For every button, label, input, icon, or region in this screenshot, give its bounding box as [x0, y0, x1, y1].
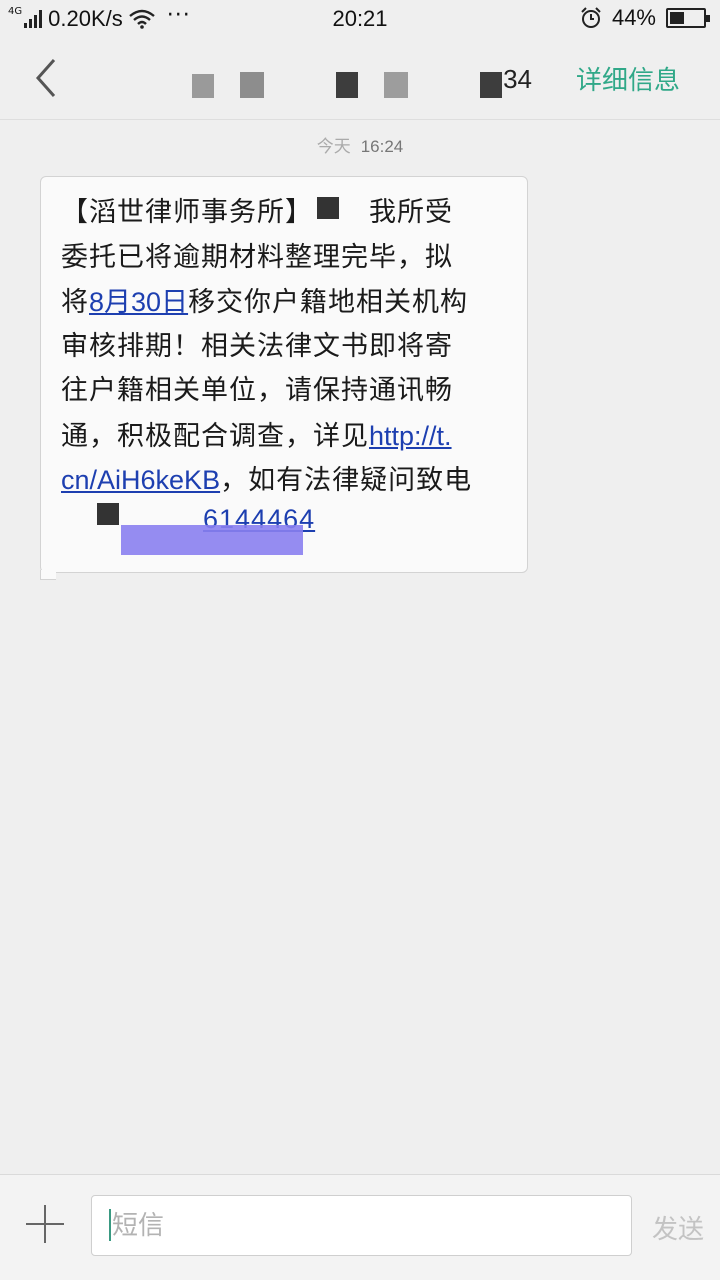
redacted-highlight: [121, 524, 303, 555]
message-fragment: 将: [61, 287, 89, 318]
redacted-block: [97, 502, 119, 525]
message-fragment: 通，积极配合调查，详见: [61, 420, 369, 452]
message-line: 往户籍相关单位，请保持通讯畅: [61, 375, 453, 406]
redacted-block: [192, 74, 214, 98]
alarm-icon: [581, 7, 601, 28]
redacted-block: [317, 197, 339, 219]
details-button[interactable]: 详细信息: [576, 60, 680, 97]
incoming-message-bubble[interactable]: 【滔世律师事务所】 我所受 委托已将逾期材料整理完毕，拟 将8月30日移交你户籍地…: [40, 176, 528, 580]
message-timestamp: 今天 16:24: [0, 132, 720, 157]
battery-percent: 44%: [611, 5, 656, 30]
url-link-continued[interactable]: cn/AiH6keKB: [61, 465, 220, 495]
message-line: 审核排期！相关法律文书即将寄: [61, 330, 453, 362]
message-fragment: ，如有法律疑问致电: [220, 465, 473, 496]
message-line: 委托已将逾期材料整理完毕，拟: [61, 241, 453, 273]
contact-number-suffix: 34: [503, 64, 532, 94]
redacted-block: [336, 72, 358, 98]
composer-bar: 发送: [0, 1174, 720, 1280]
status-right: 44%: [580, 5, 710, 31]
add-attachment-icon[interactable]: [26, 1205, 64, 1243]
message-fragment: 我所受: [369, 197, 453, 228]
battery-icon: [666, 8, 710, 28]
bubble-tail: [40, 570, 56, 580]
contact-name: 34: [190, 58, 540, 98]
timestamp-day: 今天: [316, 137, 351, 156]
message-line: 【滔世律师事务所】 我所受: [61, 191, 513, 236]
redacted-block: [480, 72, 502, 98]
url-link[interactable]: http://t.: [369, 421, 452, 451]
message-line: 通，积极配合调查，详见http://t.: [61, 414, 513, 459]
status-bar: 4G 0.20K/s ··· 20:21 44%: [0, 0, 720, 38]
sms-input[interactable]: [91, 1195, 632, 1256]
back-arrow-icon[interactable]: [28, 56, 68, 100]
sender-tag: 【滔世律师事务所】: [61, 197, 313, 228]
message-text: 【滔世律师事务所】 我所受 委托已将逾期材料整理完毕，拟 将8月30日移交你户籍地…: [49, 191, 513, 555]
date-link[interactable]: 8月30日: [89, 287, 188, 317]
send-button[interactable]: 发送: [652, 1209, 704, 1246]
redacted-block: [240, 72, 264, 98]
conversation-header: 34 详细信息: [0, 38, 720, 120]
message-line: 6144464: [49, 502, 513, 555]
text-cursor: [109, 1209, 111, 1241]
battery-level: [670, 12, 685, 24]
message-line: 将8月30日移交你户籍地相关机构: [61, 280, 513, 325]
timestamp-time: 16:24: [360, 137, 404, 156]
redacted-block: [384, 72, 408, 98]
message-fragment: 移交你户籍地相关机构: [188, 287, 469, 318]
